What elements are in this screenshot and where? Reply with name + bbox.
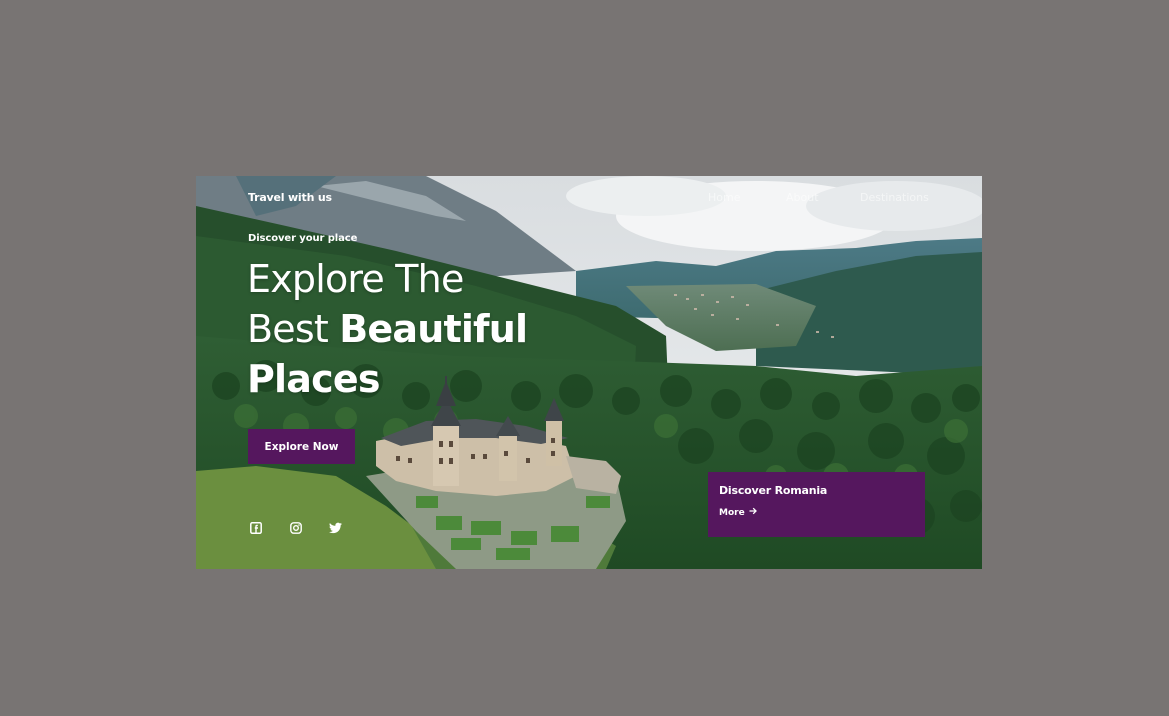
nav-link-about[interactable]: About bbox=[786, 191, 819, 204]
headline-line-2-bold: Beautiful bbox=[339, 307, 528, 351]
card-more-label: More bbox=[719, 507, 745, 518]
nav-link-home[interactable]: Home bbox=[708, 191, 740, 204]
hero-headline: Explore The Best Beautiful Places bbox=[247, 254, 528, 404]
card-more-link[interactable]: More bbox=[719, 507, 757, 518]
card-title: Discover Romania bbox=[719, 484, 828, 497]
hero-section: Travel with us Home About Destinations D… bbox=[196, 176, 982, 569]
discover-romania-card[interactable]: Discover Romania More bbox=[708, 472, 925, 537]
headline-line-1: Explore The bbox=[247, 257, 464, 301]
arrow-right-icon bbox=[749, 507, 757, 518]
twitter-icon[interactable] bbox=[329, 519, 343, 534]
social-links bbox=[248, 519, 368, 535]
facebook-icon[interactable] bbox=[250, 519, 264, 534]
headline-line-3: Places bbox=[247, 357, 380, 401]
main-nav: Home About Destinations bbox=[196, 191, 982, 207]
instagram-icon[interactable] bbox=[290, 519, 304, 534]
hero-eyebrow: Discover your place bbox=[248, 233, 358, 244]
headline-line-2-light: Best bbox=[247, 307, 340, 351]
nav-link-destinations[interactable]: Destinations bbox=[860, 191, 929, 204]
explore-now-button[interactable]: Explore Now bbox=[248, 429, 355, 464]
